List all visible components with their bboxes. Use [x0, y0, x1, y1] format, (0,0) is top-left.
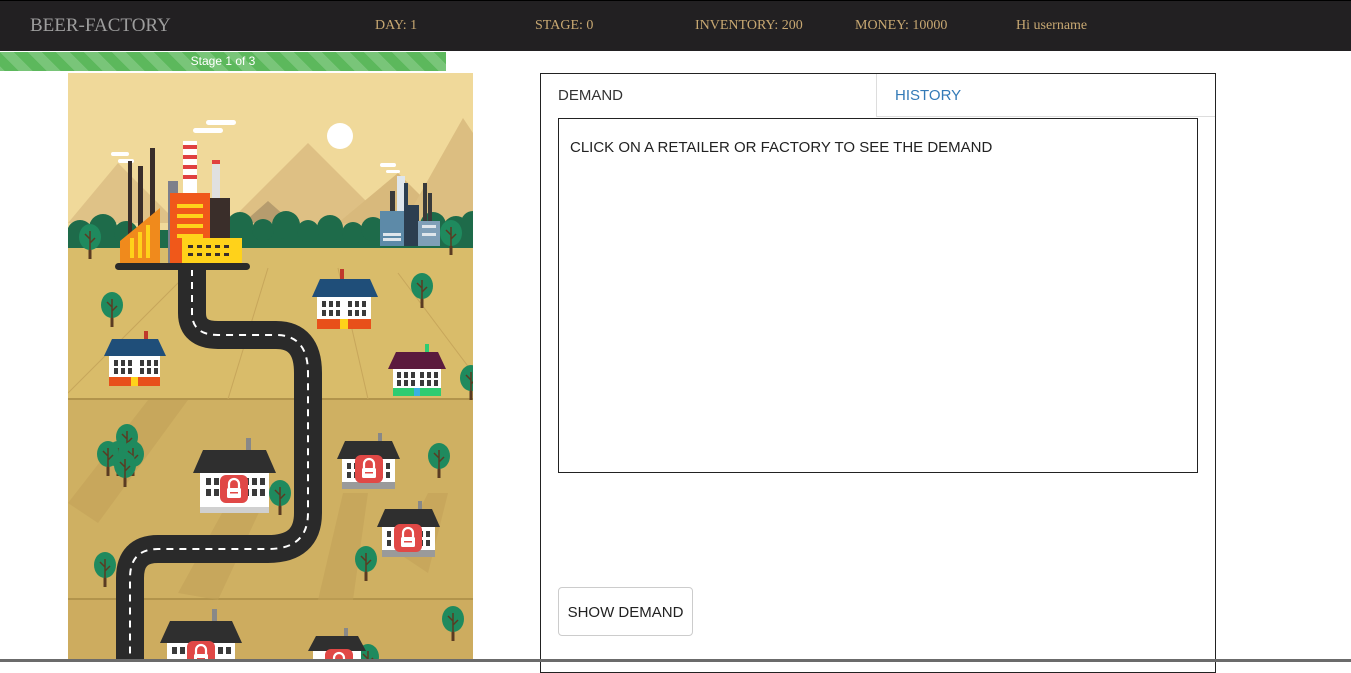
sun-graphic [327, 123, 353, 149]
stage-progress-label: Stage 1 of 3 [190, 54, 256, 68]
supply-chain-map [68, 73, 473, 662]
demand-instructions: CLICK ON A RETAILER OR FACTORY TO SEE TH… [570, 139, 993, 156]
retailer-5-node[interactable] [337, 433, 400, 489]
tab-demand[interactable]: DEMAND [541, 74, 876, 117]
retailer-2-node[interactable] [104, 331, 166, 386]
money-counter: MONEY: 10000 [855, 18, 948, 33]
user-greeting[interactable]: Hi username [1016, 18, 1087, 34]
inventory-counter: INVENTORY: 200 [695, 18, 803, 33]
stage-counter: STAGE: 0 [535, 18, 594, 33]
top-navbar: BEER-FACTORY DAY: 1 STAGE: 0 INVENTORY: … [0, 0, 1351, 51]
retailer-6-node[interactable] [377, 501, 440, 557]
day-counter: DAY: 1 [375, 18, 418, 33]
demand-display-box: CLICK ON A RETAILER OR FACTORY TO SEE TH… [558, 118, 1198, 473]
tab-history[interactable]: HISTORY [876, 74, 1215, 117]
stage-progress-bar: Stage 1 of 3 [0, 52, 446, 71]
brand-logo[interactable]: BEER-FACTORY [30, 15, 171, 37]
demand-panel: DEMAND HISTORY CLICK ON A RETAILER OR FA… [540, 73, 1216, 673]
show-demand-button[interactable]: SHOW DEMAND [558, 587, 693, 636]
